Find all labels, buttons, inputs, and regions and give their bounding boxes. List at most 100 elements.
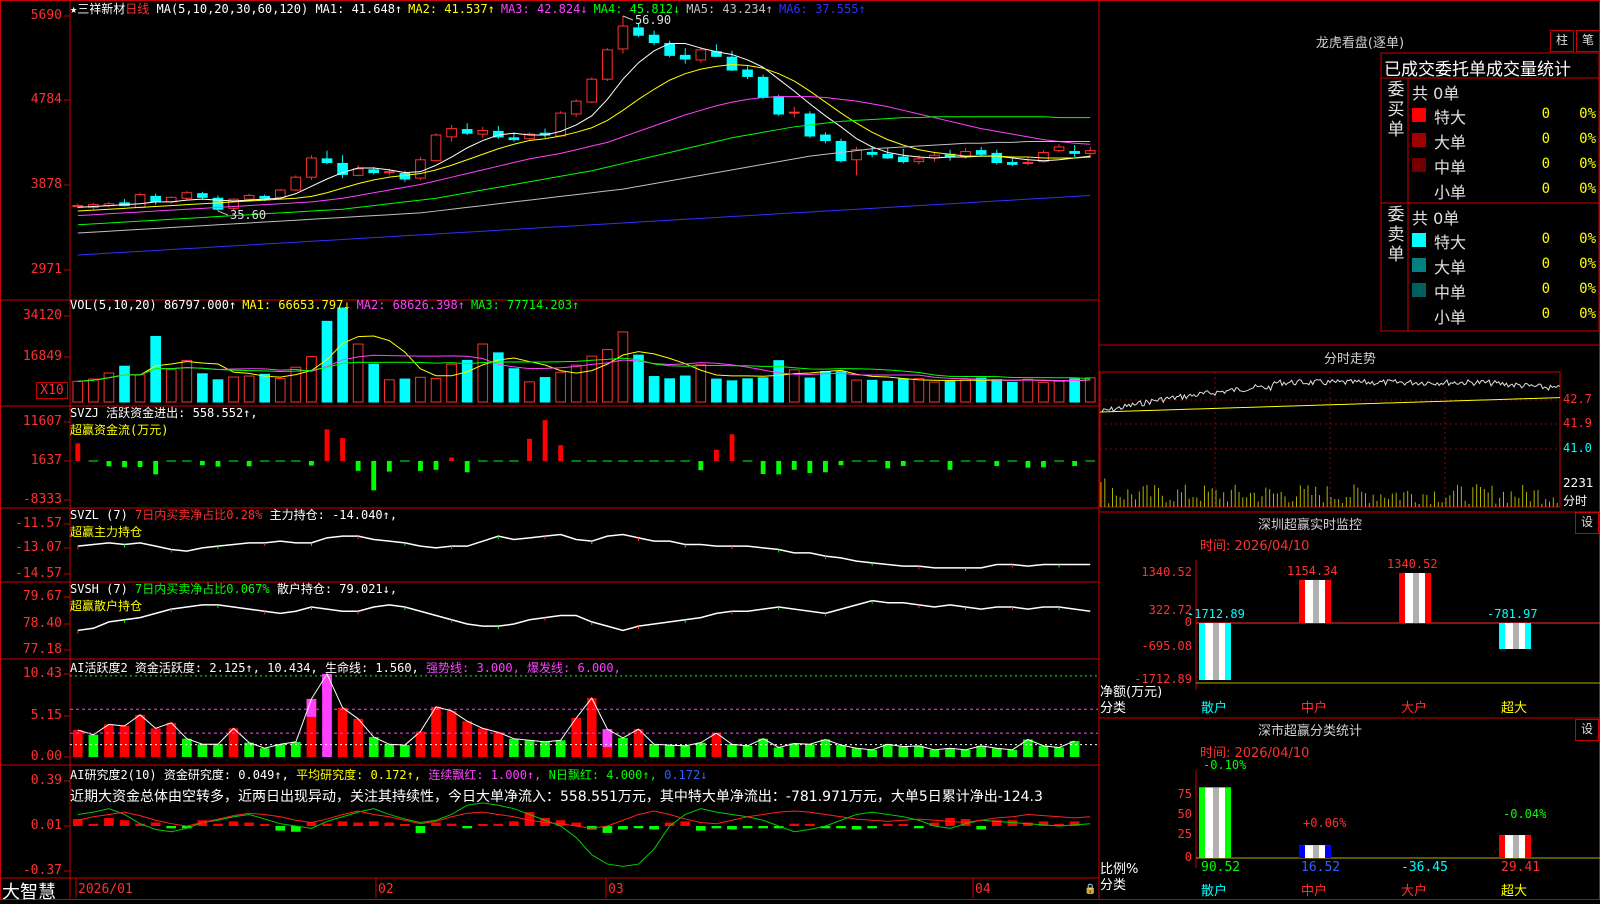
activity-bar — [898, 746, 909, 757]
volume-bar — [1069, 378, 1080, 403]
ma-line-ma2 — [77, 64, 1091, 212]
research-bar — [727, 826, 737, 830]
activity-bar — [1069, 741, 1080, 757]
volume-bar — [383, 379, 395, 403]
research-bar — [88, 824, 99, 826]
monitor-category: 大户 — [1401, 701, 1428, 716]
ai2-pane-header: AI研究度2(10) 资金研究度: 0.049↑, 平均研究度: 0.172↑,… — [70, 766, 707, 783]
research-bar — [758, 826, 768, 829]
classify-category: 超大 — [1501, 884, 1528, 899]
activity-bar — [618, 737, 628, 757]
activity-bar — [664, 745, 675, 757]
candle-body — [134, 194, 146, 208]
flow-bar — [1041, 461, 1046, 468]
sell-row-label: 中单 — [1434, 283, 1467, 302]
y-tick-label: 10.43 — [22, 666, 62, 681]
flow-bar — [885, 461, 891, 469]
monitor-bar-mid — [1413, 573, 1419, 623]
svzl-label: SVZL (7) — [70, 508, 128, 522]
buy-side-label: 委买单 — [1387, 80, 1405, 140]
vol-ma-line — [77, 335, 1091, 382]
activity-bar — [181, 738, 192, 757]
ai2-value: 资金研究度: 0.049↑, — [163, 768, 289, 782]
buy-swatch-3 — [1412, 183, 1426, 197]
volume-bar — [648, 376, 660, 403]
candle-body — [586, 78, 598, 103]
volume-bar — [555, 371, 566, 403]
activity-bar — [789, 743, 800, 757]
activity-bar — [509, 738, 519, 757]
activity-bar — [960, 749, 971, 757]
monitor-bar-edge — [1299, 579, 1305, 623]
ai2-last: 0.172↓ — [664, 768, 708, 782]
volume-bar — [259, 373, 271, 403]
svsh-pane-header: SVSH (7) 7日内买卖净占比0.067% 散户持仓: 79.021↓, 超… — [70, 580, 397, 614]
vol-unit-label: X10 — [36, 382, 68, 399]
candle-body — [1007, 162, 1018, 165]
volume-bar — [1022, 378, 1034, 403]
volume-bar — [243, 375, 255, 403]
bar-mode-button[interactable]: 柱 — [1550, 30, 1574, 52]
flow-bar — [698, 461, 704, 471]
monitor-settings-button[interactable]: 设 — [1575, 512, 1599, 534]
flow-bar — [433, 461, 439, 470]
low-marker-line — [217, 210, 229, 216]
volume-bar — [882, 380, 894, 403]
research-bar — [462, 826, 473, 829]
monitor-category: 散户 — [1201, 701, 1228, 716]
vol-ma-label: MA3: 77714.203↑ — [470, 298, 580, 312]
research-bar — [415, 826, 426, 833]
volume-bar — [228, 376, 239, 403]
research-bar — [477, 824, 488, 826]
volume-bar — [274, 378, 286, 403]
svzj-value: 活跃资金进出: 558.552↑, — [106, 406, 258, 420]
activity-bar — [353, 718, 363, 757]
monitor-bar-label: 1154.34 — [1287, 563, 1338, 578]
y-tick-label: 79.67 — [22, 589, 62, 604]
classify-bar-edge — [1325, 845, 1331, 858]
fenshi-title: 分时走势 — [1323, 352, 1376, 367]
activity-bar — [384, 744, 395, 757]
classify-bar-edge — [1499, 835, 1505, 858]
fenshi-vol-tick: 2231 — [1563, 476, 1594, 490]
vol-pane-header: VOL(5,10,20) 86797.000↑ MA1: 66653.797↓ MA… — [70, 298, 579, 312]
volume-bar — [399, 378, 411, 403]
classify-top-label: +0.06% — [1303, 816, 1347, 830]
monitor-bar-label: -1712.89 — [1187, 607, 1245, 621]
classify-bar-edge — [1299, 845, 1305, 858]
vol-value: 86797.000↑ — [163, 298, 237, 312]
flow-bar — [791, 461, 797, 470]
research-bar — [649, 826, 659, 830]
x-tick-label: 03 — [608, 882, 624, 897]
research-bar — [213, 823, 223, 826]
flow-bar — [838, 461, 844, 466]
monitor-bar-mid — [1213, 623, 1219, 680]
lock-icon[interactable]: 🔒 — [1084, 884, 1096, 895]
vol-ma-label: MA2: 68626.398↑ — [356, 298, 465, 312]
volume-bar — [1053, 380, 1065, 403]
activity-bar — [1007, 749, 1018, 757]
monitor-y-tick: -1712.89 — [1134, 672, 1192, 686]
classify-y-tick: 25 — [1177, 827, 1192, 841]
candle-body — [72, 205, 84, 208]
classify-settings-button[interactable]: 设 — [1575, 719, 1599, 741]
activity-bar — [742, 745, 753, 757]
candle-body — [882, 153, 894, 159]
activity-bar — [337, 707, 348, 757]
fenshi-y-tick: 41.9 — [1563, 416, 1592, 430]
flow-bar — [994, 461, 1000, 466]
volume-bar — [150, 335, 161, 403]
tick-mode-button[interactable]: 笔 — [1576, 30, 1600, 52]
sell-row-count: 0 — [1541, 256, 1550, 272]
y-tick-label: 77.18 — [22, 642, 62, 657]
volume-bar — [88, 378, 99, 403]
volume-bar — [415, 376, 426, 403]
candle-body — [399, 173, 411, 180]
candle-body — [835, 140, 847, 162]
activity-bar — [555, 740, 566, 757]
activity-bar — [945, 748, 955, 757]
monitor-y-tick: -695.08 — [1141, 639, 1192, 653]
x-tick-label: 02 — [378, 882, 394, 897]
sell-row-pct: 0% — [1579, 306, 1596, 322]
activity-bar — [462, 721, 473, 757]
